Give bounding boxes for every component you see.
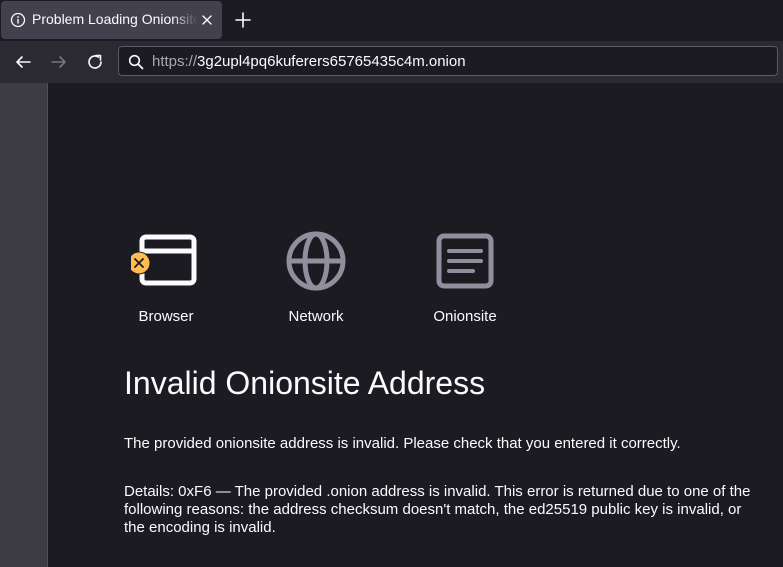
diagnostic-browser-label: Browser	[138, 308, 194, 325]
diagnostic-network: Network	[256, 229, 376, 325]
close-icon[interactable]	[200, 13, 214, 27]
info-icon	[10, 12, 26, 28]
forward-arrow-icon[interactable]	[50, 53, 68, 71]
back-arrow-icon[interactable]	[14, 53, 32, 71]
error-title: Invalid Onionsite Address	[124, 365, 486, 401]
tab-title: Problem Loading Onionsite	[32, 11, 197, 27]
sidebar	[0, 83, 48, 567]
url-text[interactable]: https://3g2upl4pq6kuferers65765435c4m.on…	[152, 53, 466, 70]
search-icon	[128, 54, 144, 70]
diagnostic-onionsite-label: Onionsite	[433, 308, 497, 325]
error-details: Details: 0xF6 — The provided .onion addr…	[124, 483, 751, 536]
tab-problem-loading[interactable]: Problem Loading Onionsite	[1, 1, 222, 39]
reload-icon[interactable]	[86, 53, 104, 71]
browser-window-icon	[131, 234, 197, 286]
diagnostic-network-label: Network	[288, 308, 344, 325]
navigation-toolbar: https://3g2upl4pq6kuferers65765435c4m.on…	[0, 41, 783, 83]
diagnostic-browser: Browser	[106, 229, 226, 325]
new-tab-plus-icon[interactable]	[234, 11, 252, 29]
url-host: 3g2upl4pq6kuferers65765435c4m.onion	[197, 53, 466, 70]
error-page: Browser Network Onionsite Invalid Onions…	[49, 83, 783, 567]
diagnostic-onionsite: Onionsite	[405, 229, 525, 325]
tab-strip: Problem Loading Onionsite	[0, 0, 783, 41]
url-scheme: https://	[152, 53, 198, 70]
globe-icon	[286, 231, 346, 291]
error-description: The provided onionsite address is invali…	[124, 435, 681, 452]
document-icon	[436, 233, 494, 289]
url-bar[interactable]: https://3g2upl4pq6kuferers65765435c4m.on…	[118, 46, 778, 76]
